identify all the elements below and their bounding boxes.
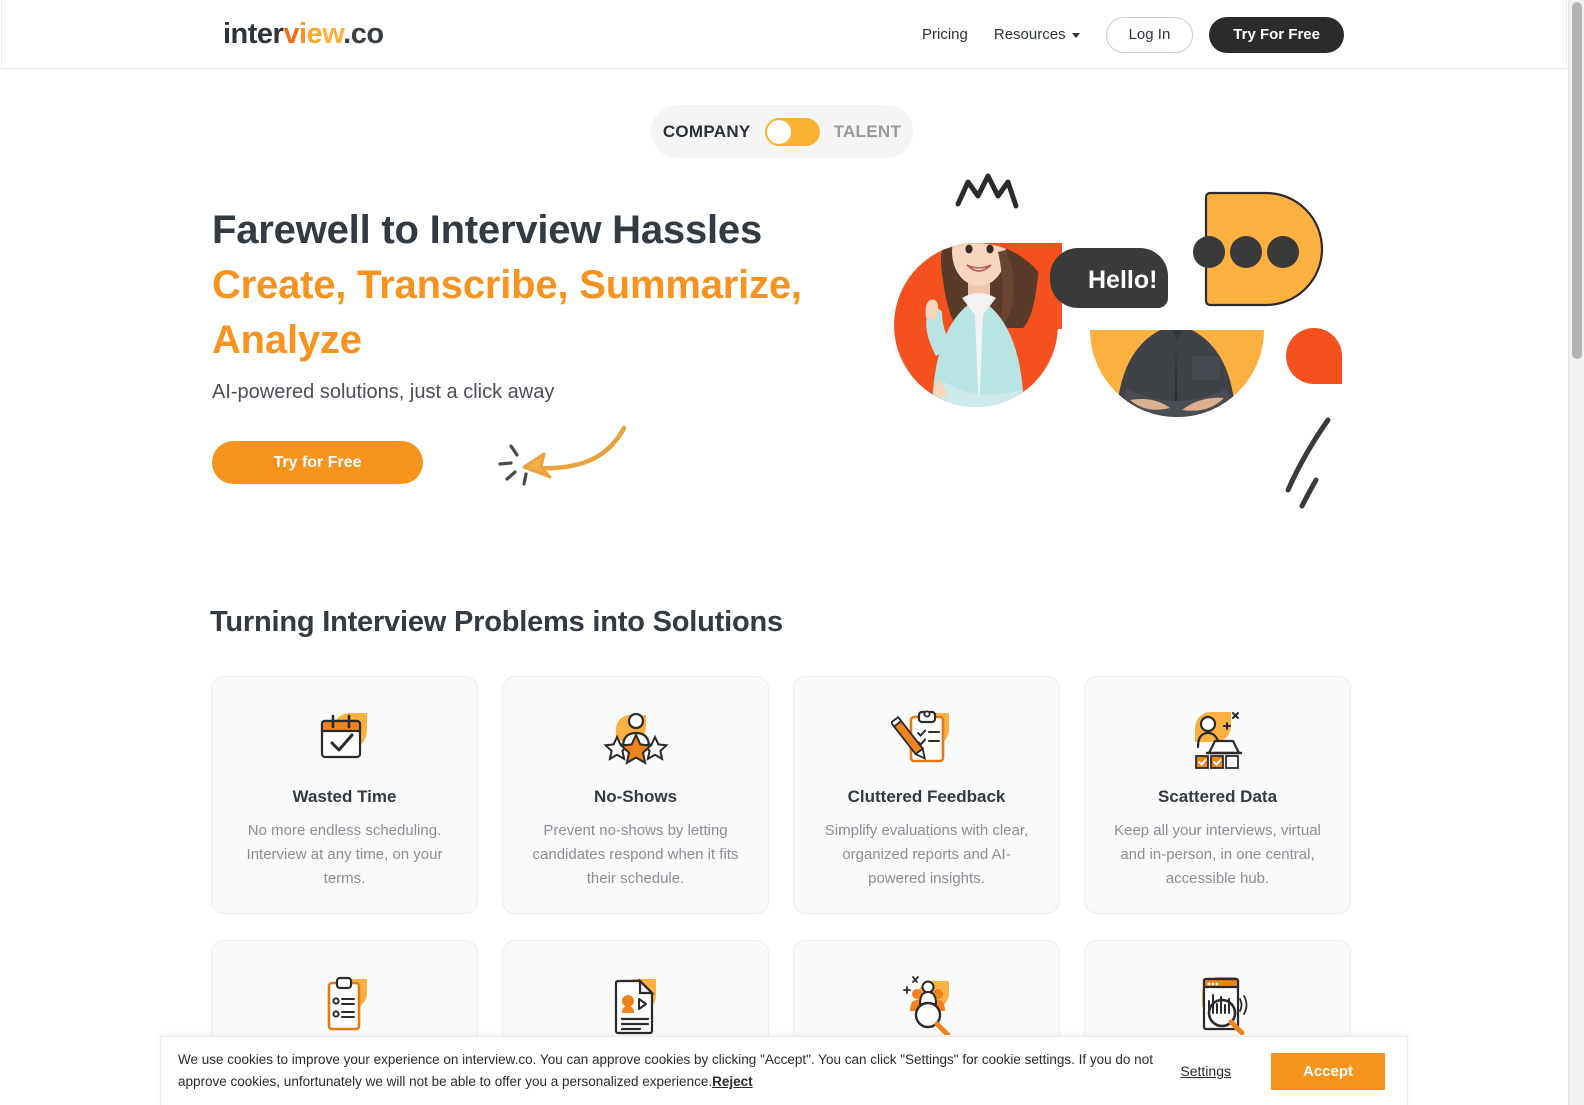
problem-card[interactable]: Wasted Time No more endless scheduling. …	[211, 676, 478, 914]
main-navigation: Pricing Resources Log In Try For Free	[922, 0, 1344, 69]
nav-resources-label: Resources	[993, 26, 1066, 43]
video-document-icon	[614, 978, 656, 1035]
site-logo[interactable]: interview.co	[223, 17, 384, 51]
page-scrollbar[interactable]	[1568, 0, 1584, 1105]
nav-pricing-label: Pricing	[922, 26, 968, 43]
browser-viewport: interview.co Pricing Resources Log In Tr…	[0, 0, 1568, 1105]
hello-speech-bubble: Hello!	[1050, 248, 1168, 308]
people-search-icon	[902, 976, 950, 1035]
logo-text-inter: inter	[223, 18, 284, 50]
curved-arrow-icon	[498, 425, 627, 486]
person-stars-icon	[602, 712, 669, 765]
logo-text-i: i	[298, 18, 307, 50]
toggle-knob	[766, 119, 791, 144]
logo-text-w: w	[322, 18, 344, 50]
site-header: interview.co Pricing Resources Log In Tr…	[1, 0, 1567, 69]
card-title: Cluttered Feedback	[847, 787, 1006, 806]
cookie-banner-text: We use cookies to improve your experienc…	[178, 1049, 1180, 1093]
problems-section-heading: Turning Interview Problems into Solution…	[210, 606, 783, 638]
card-description: No more endless scheduling. Interview at…	[246, 822, 443, 887]
person-laptop-checklist-icon	[1194, 712, 1242, 769]
typing-speech-bubble	[1193, 191, 1324, 307]
hero-subheading: AI-powered solutions, just a click away	[212, 381, 555, 403]
scrollbar-thumb[interactable]	[1572, 2, 1582, 359]
card-title: Scattered Data	[1157, 787, 1278, 806]
toggle-switch[interactable]	[764, 117, 820, 146]
analytics-search-icon	[1201, 977, 1247, 1035]
toggle-label-company[interactable]: COMPANY	[663, 122, 751, 142]
login-button[interactable]: Log In	[1105, 16, 1194, 53]
logo-text-v: v	[283, 18, 299, 50]
hero-heading-line3: Analyze	[212, 318, 362, 362]
nav-resources[interactable]: Resources	[994, 26, 1080, 43]
hero-heading-line1: Farewell to Interview Hassles	[212, 208, 763, 252]
page-root: interview.co Pricing Resources Log In Tr…	[0, 0, 1584, 1105]
hero-heading-line2: Create, Transcribe, Summarize,	[212, 263, 802, 307]
cookie-banner-message: We use cookies to improve your experienc…	[178, 1052, 1153, 1089]
cookie-reject-link[interactable]: Reject	[712, 1074, 753, 1089]
chevron-down-icon	[1071, 33, 1080, 38]
audience-toggle[interactable]: COMPANY TALENT	[651, 105, 913, 158]
clipboard-list-icon	[327, 976, 367, 1031]
card-title: Wasted Time	[292, 787, 397, 806]
hero-illustration: Hello!	[894, 173, 1342, 509]
cookie-settings-link[interactable]: Settings	[1180, 1063, 1231, 1079]
clipboard-pencil-icon	[890, 710, 949, 763]
card-description: Keep all your interviews, virtual and in…	[1114, 822, 1321, 887]
logo-text-suffix: .co	[343, 18, 384, 50]
card-description: Prevent no-shows by letting candidates r…	[532, 822, 739, 887]
problem-card[interactable]: Scattered Data Keep all your interviews,…	[1084, 676, 1351, 914]
cookie-accept-button[interactable]: Accept	[1271, 1052, 1385, 1090]
problem-card[interactable]: No-Shows Prevent no-shows by letting can…	[502, 676, 769, 914]
cookie-consent-banner: We use cookies to improve your experienc…	[160, 1036, 1408, 1105]
try-for-free-hero-button[interactable]: Try for Free	[212, 441, 423, 484]
card-title: No-Shows	[593, 787, 678, 806]
logo-text-e: e	[306, 18, 323, 50]
nav-pricing[interactable]: Pricing	[922, 26, 968, 43]
toggle-label-talent[interactable]: TALENT	[834, 122, 902, 142]
calendar-check-icon	[320, 713, 367, 759]
try-for-free-nav-button[interactable]: Try For Free	[1209, 16, 1344, 53]
svg-text:Hello!: Hello!	[1088, 266, 1157, 294]
card-description: Simplify evaluations with clear, organiz…	[824, 822, 1029, 887]
hero-heading: Farewell to Interview Hassles Create, Tr…	[212, 203, 892, 368]
problem-card[interactable]: Cluttered Feedback Simplify evaluations …	[793, 676, 1060, 914]
